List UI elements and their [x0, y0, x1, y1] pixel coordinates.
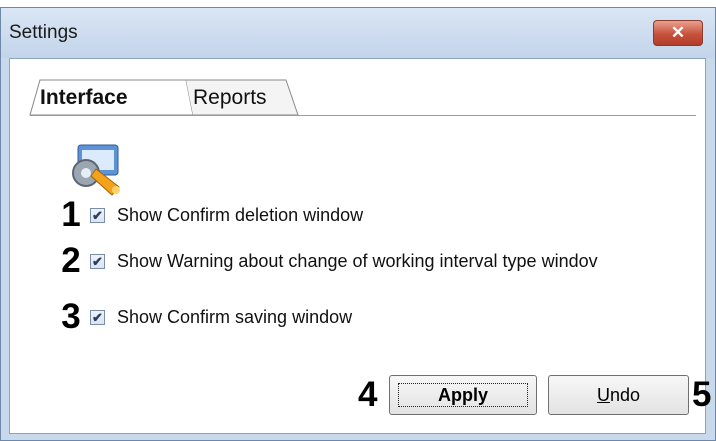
title-bar[interactable]: Settings ✕ [1, 8, 715, 58]
option-row-3: 3 ✔ Show Confirm saving window [56, 297, 352, 336]
confirm-saving-checkbox[interactable]: ✔ [90, 309, 105, 325]
confirm-saving-label[interactable]: Show Confirm saving window [117, 307, 352, 328]
settings-app-icon [72, 144, 120, 196]
option-row-2: 2 ✔ Show Warning about change of working… [56, 241, 598, 280]
tab-interface[interactable]: Interface [40, 79, 128, 116]
check-icon: ✔ [92, 309, 103, 325]
tab-baseline [30, 115, 696, 116]
tab-interface-label: Interface [40, 85, 128, 109]
undo-button[interactable]: Undo [548, 375, 689, 415]
callout-marker-2: 2 [61, 241, 81, 280]
callout-marker-3: 3 [61, 297, 81, 336]
undo-button-label: Undo [597, 385, 640, 406]
callout-marker-5: 5 [692, 375, 712, 414]
callout-marker-1: 1 [61, 195, 81, 234]
check-icon: ✔ [92, 253, 103, 269]
tab-reports-label: Reports [193, 85, 267, 109]
focus-rectangle [398, 383, 528, 407]
option-row-1: 1 ✔ Show Confirm deletion window [56, 195, 363, 234]
undo-accesskey: U [596, 384, 610, 405]
callout-marker-4: 4 [358, 375, 378, 414]
check-icon: ✔ [92, 207, 103, 223]
undo-label-rest: ndo [609, 384, 641, 405]
apply-button[interactable]: Apply [389, 375, 537, 415]
close-button[interactable]: ✕ [653, 20, 703, 46]
confirm-deletion-label[interactable]: Show Confirm deletion window [117, 205, 363, 226]
warning-interval-checkbox[interactable]: ✔ [90, 253, 105, 269]
settings-window: Settings ✕ Interface Reports 1 ✔ Show Co… [0, 7, 716, 441]
window-title: Settings [9, 22, 78, 43]
tab-reports[interactable]: Reports [193, 79, 267, 116]
confirm-deletion-checkbox[interactable]: ✔ [90, 207, 105, 223]
close-icon: ✕ [670, 23, 686, 42]
warning-interval-label[interactable]: Show Warning about change of working int… [117, 251, 598, 272]
